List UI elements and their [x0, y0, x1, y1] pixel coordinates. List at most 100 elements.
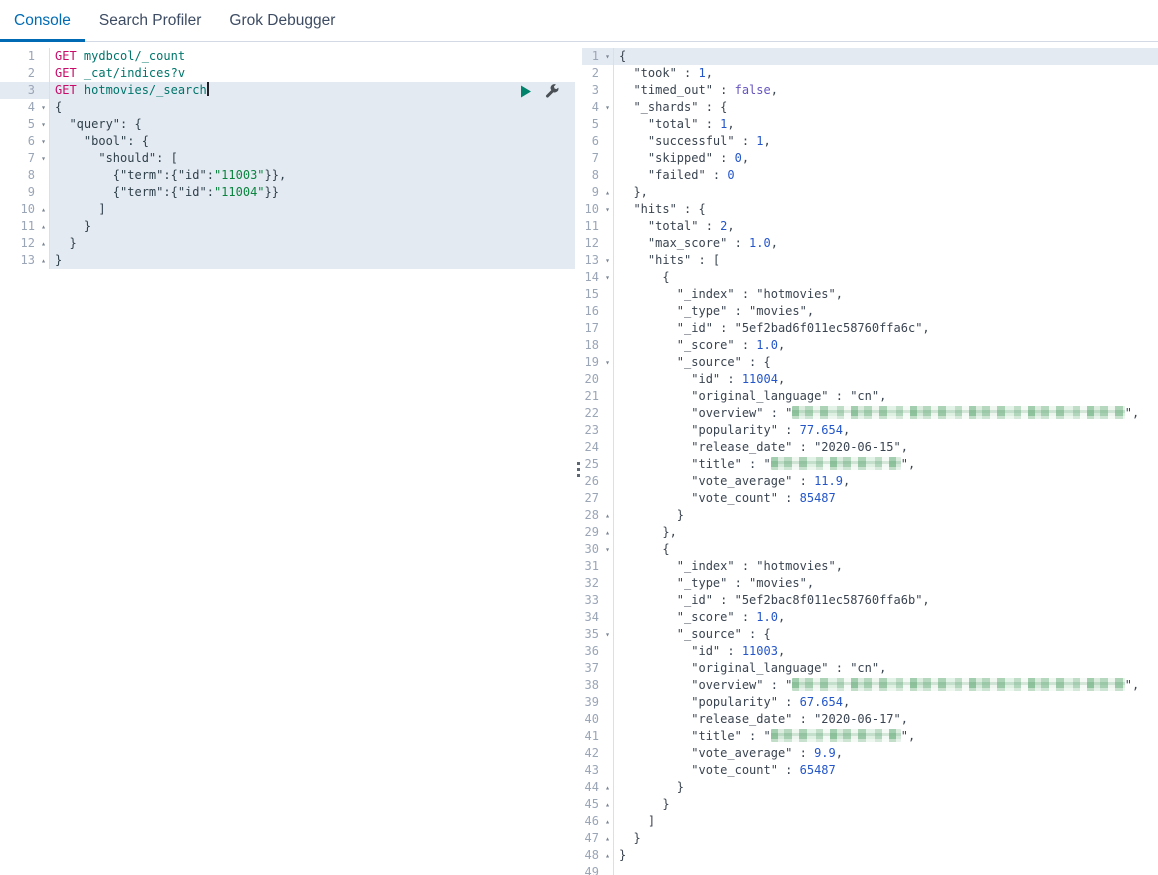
tab-console[interactable]: Console: [0, 0, 85, 42]
code-line[interactable]: 9 ▴ },: [582, 184, 1158, 201]
code-line[interactable]: 6 ▾ "bool": {: [0, 133, 575, 150]
fold-toggle-icon[interactable]: ▾: [38, 99, 50, 116]
code-text[interactable]: ]: [50, 201, 575, 218]
code-line[interactable]: 2 "took" : 1,: [582, 65, 1158, 82]
code-text[interactable]: }: [614, 830, 1158, 847]
code-line[interactable]: 2 GET _cat/indices?v: [0, 65, 575, 82]
fold-toggle-icon[interactable]: ▾: [602, 269, 614, 286]
fold-toggle-icon[interactable]: ▴: [38, 201, 50, 218]
code-text[interactable]: "_id" : "5ef2bac8f011ec58760ffa6b",: [614, 592, 1158, 609]
code-line[interactable]: 19 ▾ "_source" : {: [582, 354, 1158, 371]
code-text[interactable]: }: [614, 507, 1158, 524]
code-text[interactable]: "_score" : 1.0,: [614, 337, 1158, 354]
fold-toggle-icon[interactable]: ▴: [602, 524, 614, 541]
code-line[interactable]: 1 GET mydbcol/_count: [0, 48, 575, 65]
code-line[interactable]: 47 ▴ }: [582, 830, 1158, 847]
code-text[interactable]: },: [614, 184, 1158, 201]
code-text[interactable]: "original_language" : "cn",: [614, 660, 1158, 677]
code-line[interactable]: 33 "_id" : "5ef2bac8f011ec58760ffa6b",: [582, 592, 1158, 609]
request-options-wrench-icon[interactable]: [545, 84, 559, 98]
code-line[interactable]: 38 "overview" : " ",: [582, 677, 1158, 694]
panel-resize-handle[interactable]: [575, 42, 582, 875]
code-text[interactable]: }: [50, 218, 575, 235]
code-line[interactable]: 27 "vote_count" : 85487: [582, 490, 1158, 507]
code-line[interactable]: 15 "_index" : "hotmovies",: [582, 286, 1158, 303]
code-line[interactable]: 44 ▴ }: [582, 779, 1158, 796]
code-text[interactable]: "vote_count" : 65487: [614, 762, 1158, 779]
fold-toggle-icon[interactable]: ▴: [38, 235, 50, 252]
code-text[interactable]: "max_score" : 1.0,: [614, 235, 1158, 252]
code-text[interactable]: "_shards" : {: [614, 99, 1158, 116]
tab-search-profiler[interactable]: Search Profiler: [85, 0, 216, 41]
fold-toggle-icon[interactable]: ▴: [602, 813, 614, 830]
code-line[interactable]: 35 ▾ "_source" : {: [582, 626, 1158, 643]
code-line[interactable]: 36 "id" : 11003,: [582, 643, 1158, 660]
code-line[interactable]: 1 ▾ {: [582, 48, 1158, 65]
code-text[interactable]: "vote_average" : 11.9,: [614, 473, 1158, 490]
fold-toggle-icon[interactable]: ▾: [38, 133, 50, 150]
code-line[interactable]: 24 "release_date" : "2020-06-15",: [582, 439, 1158, 456]
code-text[interactable]: "total" : 2,: [614, 218, 1158, 235]
code-text[interactable]: "hits" : [: [614, 252, 1158, 269]
send-request-play-button[interactable]: [520, 85, 532, 98]
code-text[interactable]: "query": {: [50, 116, 575, 133]
code-text[interactable]: "successful" : 1,: [614, 133, 1158, 150]
fold-toggle-icon[interactable]: ▾: [38, 116, 50, 133]
code-line[interactable]: 12 ▴ }: [0, 235, 575, 252]
code-line[interactable]: 21 "original_language" : "cn",: [582, 388, 1158, 405]
code-line[interactable]: 11 "total" : 2,: [582, 218, 1158, 235]
code-text[interactable]: "_index" : "hotmovies",: [614, 286, 1158, 303]
code-text[interactable]: "overview" : " ",: [614, 405, 1158, 422]
code-line[interactable]: 5 ▾ "query": {: [0, 116, 575, 133]
fold-toggle-icon[interactable]: ▴: [602, 779, 614, 796]
code-line[interactable]: 13 ▴}: [0, 252, 575, 269]
code-line[interactable]: 6 "successful" : 1,: [582, 133, 1158, 150]
code-text[interactable]: }: [614, 779, 1158, 796]
code-line[interactable]: 48 ▴}: [582, 847, 1158, 864]
code-line[interactable]: 4 ▾ {: [0, 99, 575, 116]
code-line[interactable]: 5 "total" : 1,: [582, 116, 1158, 133]
fold-toggle-icon[interactable]: ▴: [38, 252, 50, 269]
code-line[interactable]: 11 ▴ }: [0, 218, 575, 235]
code-text[interactable]: "id" : 11004,: [614, 371, 1158, 388]
code-line[interactable]: 41 "title" : " ",: [582, 728, 1158, 745]
code-text[interactable]: "popularity" : 77.654,: [614, 422, 1158, 439]
code-text[interactable]: {: [614, 48, 1158, 65]
code-line[interactable]: 10 ▴ ]: [0, 201, 575, 218]
code-text[interactable]: },: [614, 524, 1158, 541]
code-text[interactable]: "popularity" : 67.654,: [614, 694, 1158, 711]
code-text[interactable]: "took" : 1,: [614, 65, 1158, 82]
fold-toggle-icon[interactable]: ▴: [38, 218, 50, 235]
code-text[interactable]: {"term":{"id":"11003"}},: [50, 167, 575, 184]
code-text[interactable]: "title" : " ",: [614, 728, 1158, 745]
code-line[interactable]: 31 "_index" : "hotmovies",: [582, 558, 1158, 575]
request-editor[interactable]: 1 GET mydbcol/_count 2 GET _cat/indices?v 3 G…: [0, 42, 575, 875]
code-text[interactable]: "failed" : 0: [614, 167, 1158, 184]
drag-dots-icon[interactable]: [577, 462, 580, 477]
code-line[interactable]: 3 "timed_out" : false,: [582, 82, 1158, 99]
code-text[interactable]: "overview" : " ",: [614, 677, 1158, 694]
code-line[interactable]: 42 "vote_average" : 9.9,: [582, 745, 1158, 762]
tab-grok-debugger[interactable]: Grok Debugger: [215, 0, 349, 41]
code-line[interactable]: 10 ▾ "hits" : {: [582, 201, 1158, 218]
code-line[interactable]: 49: [582, 864, 1158, 875]
code-text[interactable]: "title" : " ",: [614, 456, 1158, 473]
fold-toggle-icon[interactable]: ▴: [602, 184, 614, 201]
code-line[interactable]: 4 ▾ "_shards" : {: [582, 99, 1158, 116]
code-text[interactable]: "vote_count" : 85487: [614, 490, 1158, 507]
code-text[interactable]: }: [50, 235, 575, 252]
code-text[interactable]: {"term":{"id":"11004"}}: [50, 184, 575, 201]
code-line[interactable]: 14 ▾ {: [582, 269, 1158, 286]
fold-toggle-icon[interactable]: ▾: [602, 99, 614, 116]
code-text[interactable]: "should": [: [50, 150, 575, 167]
fold-toggle-icon[interactable]: ▾: [602, 48, 614, 65]
code-text[interactable]: ]: [614, 813, 1158, 830]
code-line[interactable]: 18 "_score" : 1.0,: [582, 337, 1158, 354]
fold-toggle-icon[interactable]: ▾: [602, 541, 614, 558]
code-text[interactable]: {: [614, 269, 1158, 286]
code-text[interactable]: [614, 864, 1158, 875]
code-line[interactable]: 46 ▴ ]: [582, 813, 1158, 830]
code-line[interactable]: 40 "release_date" : "2020-06-17",: [582, 711, 1158, 728]
code-text[interactable]: "release_date" : "2020-06-15",: [614, 439, 1158, 456]
code-text[interactable]: }: [50, 252, 575, 269]
